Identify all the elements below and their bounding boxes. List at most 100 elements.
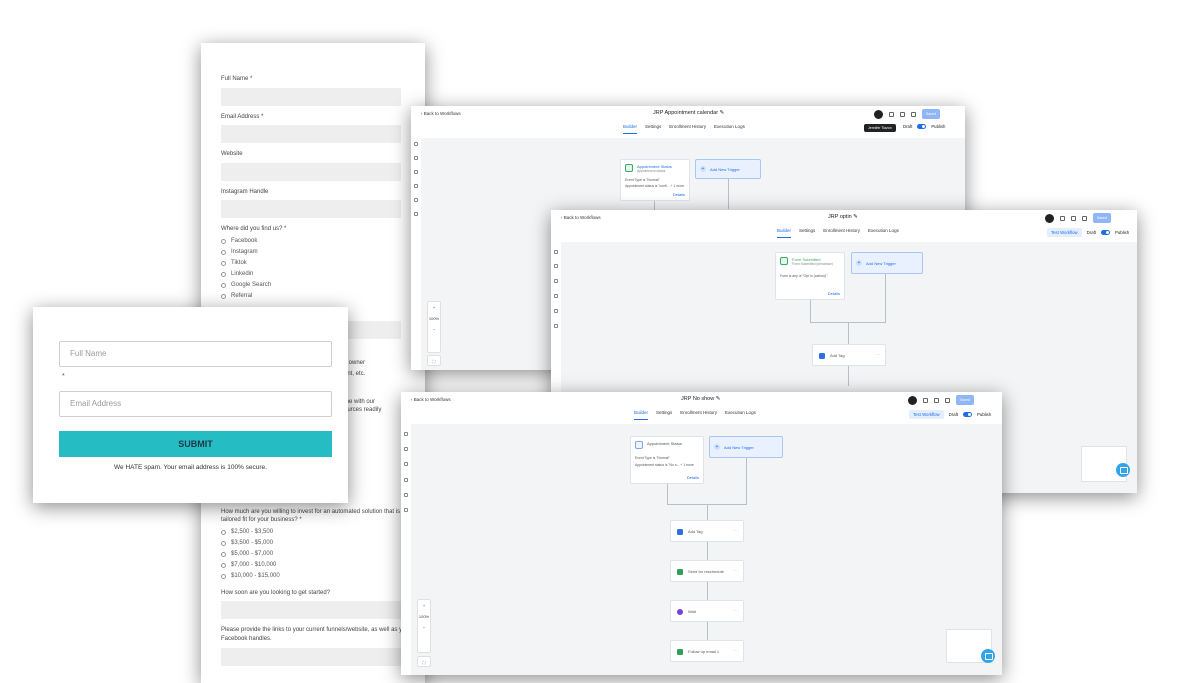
add-trigger-button[interactable]: Add New Trigger	[851, 252, 923, 274]
test-workflow-button[interactable]: Test Workflow	[1047, 228, 1082, 237]
back-to-workflows[interactable]: ‹ Back to Workflows	[411, 397, 451, 402]
radio-option[interactable]: Facebook	[221, 238, 257, 244]
trigger-card[interactable]: Form Submitted Form Submitted (sehoedue)…	[775, 252, 845, 300]
tab-execution-logs[interactable]: Execution Logs	[714, 124, 745, 134]
test-workflow-button[interactable]: Test Workflow	[909, 410, 944, 419]
fit-view-button[interactable]: ⛶	[417, 656, 431, 667]
publish-toggle[interactable]	[962, 412, 972, 417]
tab-execution-logs[interactable]: Execution Logs	[725, 410, 756, 420]
redo-icon[interactable]	[911, 111, 916, 117]
clock-icon[interactable]	[414, 156, 418, 160]
publish-toggle[interactable]	[917, 124, 927, 129]
clock-icon[interactable]	[554, 264, 558, 268]
radio-option[interactable]: $3,500 - $5,000	[221, 540, 273, 546]
fit-view-button[interactable]: ⛶	[427, 355, 441, 366]
action-node[interactable]: Wait ···	[670, 600, 744, 622]
tool-icon[interactable]	[414, 184, 418, 188]
workflow-title[interactable]: JRP No show ✎	[681, 396, 720, 402]
tab-settings[interactable]: Settings	[656, 410, 672, 420]
tool-icon[interactable]	[414, 198, 418, 202]
zoom-out-button[interactable]: −	[418, 619, 430, 630]
more-icon[interactable]: ···	[733, 568, 738, 574]
save-button[interactable]: Saved	[1093, 213, 1111, 223]
email-input[interactable]: Email Address	[59, 391, 332, 417]
radio-option[interactable]: Referral	[221, 293, 252, 299]
back-to-workflows[interactable]: ‹ Back to Workflows	[561, 215, 601, 220]
tab-builder[interactable]: Builder	[623, 124, 638, 134]
submit-button[interactable]: SUBMIT	[59, 431, 332, 457]
tool-icon[interactable]	[414, 142, 418, 146]
tab-builder[interactable]: Builder	[777, 228, 792, 238]
builder-canvas[interactable]: Appointment Status Event Type is "Normal…	[411, 424, 1002, 675]
undo-icon[interactable]	[900, 111, 905, 117]
links-field[interactable]	[221, 648, 401, 666]
radio-option[interactable]: Instagram	[221, 249, 258, 255]
zoom-in-button[interactable]: +	[418, 600, 430, 608]
wand-icon[interactable]	[404, 508, 408, 512]
more-icon[interactable]: ···	[733, 528, 738, 534]
clock-icon[interactable]	[404, 447, 408, 451]
add-trigger-button[interactable]: Add New Trigger	[709, 436, 783, 458]
avatar[interactable]	[874, 109, 883, 119]
radio-option[interactable]: Tiktok	[221, 260, 247, 266]
chat-icon[interactable]	[1116, 463, 1130, 477]
action-node[interactable]: Send for reschedule ···	[670, 560, 744, 582]
details-link[interactable]: Details	[687, 475, 699, 480]
email-field[interactable]	[221, 125, 401, 143]
history-icon[interactable]	[1060, 215, 1065, 221]
action-node[interactable]: Add Tag ···	[670, 520, 744, 542]
add-trigger-button[interactable]: Add New Trigger	[695, 159, 761, 179]
more-icon[interactable]: ···	[733, 648, 738, 654]
trigger-card[interactable]: Appointment Status Appointment status Ev…	[620, 159, 690, 201]
tool-icon[interactable]	[554, 294, 558, 298]
trigger-card[interactable]: Appointment Status Event Type is "Normal…	[630, 436, 704, 484]
radio-option[interactable]: $5,000 - $7,000	[221, 551, 273, 557]
action-node[interactable]: Follow up email 1 ···	[670, 640, 744, 662]
soon-field[interactable]	[221, 601, 401, 619]
tab-enrollment-history[interactable]: Enrollment History	[823, 228, 860, 238]
tool-icon[interactable]	[404, 432, 408, 436]
pencil-icon[interactable]: ✎	[720, 110, 725, 116]
tab-enrollment-history[interactable]: Enrollment History	[669, 124, 706, 134]
tab-execution-logs[interactable]: Execution Logs	[868, 228, 899, 238]
radio-option[interactable]: Google Search	[221, 282, 271, 288]
chat-icon[interactable]	[981, 649, 995, 663]
wand-icon[interactable]	[554, 324, 558, 328]
history-icon[interactable]	[889, 111, 894, 117]
radio-option[interactable]: $10,000 - $15,000	[221, 573, 280, 579]
history-icon[interactable]	[923, 397, 928, 403]
tab-enrollment-history[interactable]: Enrollment History	[680, 410, 717, 420]
zoom-in-button[interactable]: +	[428, 302, 440, 310]
details-link[interactable]: Details	[828, 291, 840, 296]
avatar[interactable]	[1045, 213, 1054, 223]
pencil-icon[interactable]: ✎	[853, 214, 858, 220]
chat-icon[interactable]	[414, 170, 418, 174]
zoom-out-button[interactable]: −	[428, 321, 440, 332]
redo-icon[interactable]	[945, 397, 950, 403]
radio-option[interactable]: Linkedin	[221, 271, 253, 277]
tab-settings[interactable]: Settings	[799, 228, 815, 238]
wand-icon[interactable]	[414, 212, 418, 216]
chat-icon[interactable]	[554, 279, 558, 283]
undo-icon[interactable]	[934, 397, 939, 403]
tool-icon[interactable]	[554, 309, 558, 313]
tool-icon[interactable]	[554, 250, 558, 254]
tool-icon[interactable]	[404, 478, 408, 482]
instagram-field[interactable]	[221, 200, 401, 218]
full-name-input[interactable]: Full Name	[59, 341, 332, 367]
undo-icon[interactable]	[1071, 215, 1076, 221]
radio-option[interactable]: $2,500 - $3,500	[221, 529, 273, 535]
details-link[interactable]: Details	[673, 192, 685, 197]
action-node[interactable]: Add Tag ···	[812, 344, 886, 366]
full-name-field[interactable]	[221, 88, 401, 106]
more-icon[interactable]: ···	[875, 352, 880, 358]
publish-toggle[interactable]	[1100, 230, 1110, 235]
tool-icon[interactable]	[404, 493, 408, 497]
radio-option[interactable]: $7,000 - $10,000	[221, 562, 276, 568]
save-button[interactable]: Saved	[956, 395, 974, 405]
tab-builder[interactable]: Builder	[634, 410, 649, 420]
pencil-icon[interactable]: ✎	[716, 396, 721, 402]
tab-settings[interactable]: Settings	[645, 124, 661, 134]
workflow-title[interactable]: JRP Appointment calendar ✎	[653, 110, 724, 116]
redo-icon[interactable]	[1082, 215, 1087, 221]
